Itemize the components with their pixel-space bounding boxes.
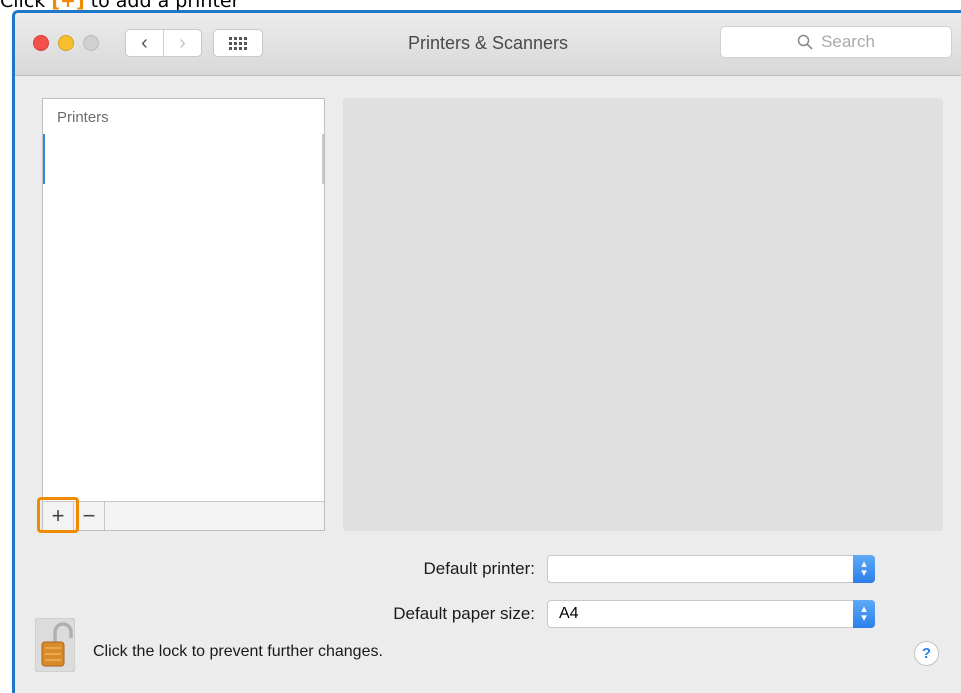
search-placeholder: Search <box>821 32 875 51</box>
default-paper-size-value: A4 <box>559 605 579 622</box>
list-focus-indicator <box>43 134 45 184</box>
close-window-button[interactable] <box>33 35 49 51</box>
printers-list-header: Printers <box>57 109 109 126</box>
add-button-highlight <box>37 497 79 533</box>
default-paper-size-select[interactable]: A4 ▴ ▾ <box>547 600 875 628</box>
chevron-right-icon: › <box>179 31 186 54</box>
navigation-buttons: ‹ › <box>125 29 202 57</box>
chevron-left-icon: ‹ <box>141 31 148 54</box>
list-scrollbar[interactable] <box>322 134 324 184</box>
list-button-bar: + − <box>43 501 324 530</box>
printer-detail-panel <box>343 98 943 531</box>
back-button[interactable]: ‹ <box>126 30 163 56</box>
minimize-window-button[interactable] <box>58 35 74 51</box>
search-field[interactable]: Search <box>720 26 952 58</box>
printers-scanners-window: ‹ › Printers & Scanners Search Printers … <box>12 10 961 693</box>
default-printer-label: Default printer: <box>423 559 536 578</box>
default-printer-select[interactable]: ▴ ▾ <box>547 555 875 583</box>
magnifier-icon <box>797 34 813 50</box>
title-bar: ‹ › Printers & Scanners Search <box>15 13 961 76</box>
unlocked-padlock-icon[interactable] <box>35 618 75 672</box>
default-printer-row: Default printer: ▴ ▾ <box>370 555 875 583</box>
show-all-button[interactable] <box>213 29 263 57</box>
lock-status-text: Click the lock to prevent further change… <box>93 643 383 660</box>
default-paper-size-label: Default paper size: <box>393 604 535 623</box>
zoom-window-button[interactable] <box>83 35 99 51</box>
help-button[interactable]: ? <box>914 641 939 666</box>
forward-button[interactable]: › <box>163 30 201 56</box>
default-paper-size-row: Default paper size: A4 ▴ ▾ <box>350 600 875 628</box>
grid-icon <box>229 36 247 50</box>
up-down-arrows-icon: ▴ ▾ <box>853 600 875 628</box>
up-down-arrows-icon: ▴ ▾ <box>853 555 875 583</box>
printers-list[interactable]: Printers + − <box>42 98 325 531</box>
